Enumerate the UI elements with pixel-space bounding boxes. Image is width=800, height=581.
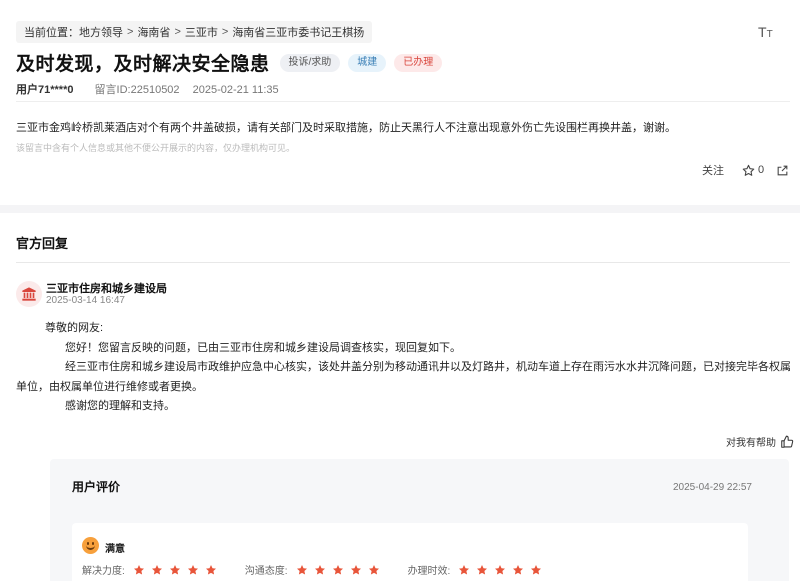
user-name: 用户71****0: [16, 84, 74, 96]
tag-category: 投诉/求助: [279, 53, 341, 72]
breadcrumb-item-city[interactable]: 三亚市: [185, 24, 218, 40]
star-icon: [368, 564, 379, 575]
star-icon: [169, 564, 180, 575]
government-building-icon: [16, 281, 42, 307]
reply-body: 尊敬的网友: 您好！您留言反映的问题，已由三亚市住房和城乡建设局调查核实，现回复…: [16, 319, 792, 417]
star-button[interactable]: 0: [742, 164, 764, 177]
star-icon: [151, 564, 162, 575]
rating-label: 沟通态度:: [244, 566, 288, 577]
star-icon: [513, 564, 524, 575]
reply-heading: 官方回复: [16, 236, 69, 251]
rating-item: 办理时效:: [408, 562, 549, 577]
star-count: 0: [758, 164, 765, 176]
star-icon: [205, 564, 216, 575]
helpful-label: 对我有帮助: [726, 438, 776, 449]
thumbs-up-icon: [781, 435, 794, 448]
rating-list: 解决力度: 沟通态度: 办理时效:: [82, 562, 570, 577]
star-icon: [133, 564, 144, 575]
reply-greeting: 尊敬的网友:: [45, 322, 104, 334]
reply-paragraph: 感谢您的理解和支持。: [65, 400, 175, 412]
divider: [16, 101, 790, 102]
reply-paragraph: 您好！您留言反映的问题，已由三亚市住房和城乡建设局调查核实，现回复如下。: [65, 341, 461, 354]
message-date: 2025-02-21 11:35: [192, 84, 279, 96]
evaluation-panel: 用户评价 2025-04-29 22:57 满意 解决力度: 沟通态度: 办理时效:: [50, 459, 789, 581]
rating-item: 解决力度:: [82, 562, 223, 577]
divider: [16, 262, 790, 263]
message-actions: 关注 0: [702, 162, 789, 178]
follow-button[interactable]: 关注: [702, 162, 724, 178]
evaluation-title: 用户评价: [72, 480, 121, 494]
rating-stars: [133, 564, 223, 576]
overall-rating: 满意: [105, 544, 125, 555]
tag-domain: 城建: [348, 53, 387, 72]
section-separator: [0, 205, 800, 213]
star-outline-icon: [742, 164, 755, 176]
star-icon: [314, 564, 325, 575]
star-icon: [350, 564, 361, 575]
breadcrumb-separator: >: [221, 26, 229, 38]
rating-stars: [458, 564, 548, 576]
breadcrumb-item-province[interactable]: 海南省: [137, 24, 170, 40]
breadcrumb-separator: >: [127, 26, 134, 38]
reply-paragraph: 经三亚市住房和城乡建设局市政维护应急中心核实，该处井盖分别为移动通讯井以及灯路井…: [16, 361, 791, 393]
breadcrumb-prefix: 当前位置：: [24, 27, 79, 39]
status-badge: 已办理: [394, 53, 443, 72]
rating-stars: [296, 564, 386, 576]
breadcrumb-separator: >: [174, 26, 181, 38]
rating-label: 解决力度:: [82, 566, 125, 577]
message-id: 留言ID:22510502: [94, 84, 180, 96]
star-icon: [477, 564, 488, 575]
evaluation-time: 2025-04-29 22:57: [673, 482, 752, 493]
star-icon: [459, 564, 470, 575]
breadcrumb-item-leaders[interactable]: 地方领导: [79, 24, 123, 40]
breadcrumb: 当前位置： 地方领导 > 海南省 > 三亚市 > 海南省三亚市委书记王棋扬: [16, 21, 373, 43]
smiley-face-icon: [82, 537, 99, 554]
star-icon: [296, 564, 307, 575]
page-title: 及时发现，及时解决安全隐患: [16, 54, 270, 75]
font-size-icon[interactable]: TT: [758, 24, 773, 40]
message-title-row: 及时发现，及时解决安全隐患 投诉/求助 城建 已办理: [16, 49, 443, 76]
rating-item: 沟通态度:: [245, 562, 386, 577]
share-button[interactable]: [776, 164, 789, 177]
share-icon: [777, 165, 788, 175]
department-name: 三亚市住房和城乡建设局: [46, 283, 167, 295]
message-content: 三亚市金鸡岭桥凯莱酒店对个有两个井盖破损，请有关部门及时采取措施，防止天黑行人不…: [16, 122, 676, 134]
star-icon: [531, 564, 542, 575]
star-icon: [187, 564, 198, 575]
reply-time: 2025-03-14 16:47: [46, 295, 125, 306]
evaluation-card: 满意 解决力度: 沟通态度: 办理时效:: [72, 523, 748, 581]
message-meta: 用户71****0 留言ID:22510502 2025-02-21 11:35: [16, 81, 279, 97]
breadcrumb-item-leader[interactable]: 海南省三亚市委书记王棋扬: [232, 24, 364, 40]
star-icon: [495, 564, 506, 575]
rating-label: 办理时效:: [407, 566, 451, 577]
privacy-note: 该留言中含有个人信息或其他不便公开展示的内容，仅办理机构可见。: [16, 143, 296, 153]
helpful-button[interactable]: 对我有帮助: [726, 434, 794, 449]
star-icon: [332, 564, 343, 575]
